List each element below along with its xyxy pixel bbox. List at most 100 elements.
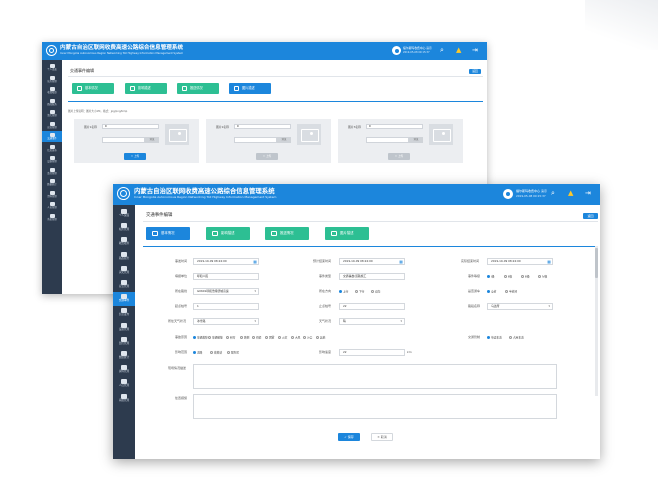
tab-3[interactable]: 推送情况 bbox=[265, 227, 309, 240]
weather-select[interactable]: 晴 ▾ bbox=[339, 318, 405, 325]
release-radio[interactable]: 单边车道 bbox=[487, 336, 502, 339]
lane-status-radio[interactable]: 半封闭 bbox=[505, 290, 517, 293]
cause-radio[interactable]: 其他 bbox=[316, 336, 325, 339]
actual-end-input[interactable]: 2019-10-09 08:24:00 ▦ bbox=[487, 258, 553, 265]
level-radio[interactable]: Ⅲ级 bbox=[521, 275, 530, 278]
cause-radio[interactable]: 团雾 bbox=[265, 336, 274, 339]
tab-4[interactable]: 图片描述 bbox=[229, 83, 271, 94]
sidebar-item[interactable]: 系统管理 bbox=[113, 392, 135, 406]
weather-type-select[interactable]: 冰雪路 ▾ bbox=[193, 318, 259, 325]
scrollbar[interactable] bbox=[595, 246, 598, 396]
level-radio[interactable]: Ⅰ级 bbox=[487, 275, 494, 278]
sidebar-item[interactable]: 信息发布 bbox=[113, 306, 135, 320]
file-input[interactable] bbox=[102, 137, 145, 143]
sidebar-item[interactable]: 监控管理 bbox=[42, 166, 62, 177]
control-radio[interactable]: 收费站 bbox=[210, 351, 222, 354]
tab-2[interactable]: 影响描述 bbox=[125, 83, 167, 94]
tab-3[interactable]: 推送情况 bbox=[177, 83, 219, 94]
direction-radio[interactable]: 下行 bbox=[355, 290, 364, 293]
cause-radio[interactable]: 车辆故障 bbox=[193, 336, 208, 339]
back-button[interactable]: 返回 bbox=[583, 213, 598, 219]
sidebar-item[interactable]: 路政服务 bbox=[113, 250, 135, 264]
direction-radio[interactable]: 上行 bbox=[339, 290, 348, 293]
cause-radio[interactable]: 车辆碰撞 bbox=[208, 336, 223, 339]
sidebar-item[interactable]: 个人桌面 bbox=[42, 62, 62, 73]
sidebar-item[interactable]: 人员管理 bbox=[42, 200, 62, 211]
lane-status-radio[interactable]: 全封 bbox=[487, 290, 496, 293]
start-km-input[interactable]: 1 bbox=[193, 303, 259, 310]
sidebar-item[interactable]: 应急管理 bbox=[113, 278, 135, 292]
cause-radio[interactable]: 积雪 bbox=[226, 336, 235, 339]
sidebar-item[interactable]: 数据统计 bbox=[42, 177, 62, 188]
logout-icon[interactable]: ⇥ bbox=[472, 47, 478, 54]
cause-radio[interactable]: 沙尘 bbox=[303, 336, 312, 339]
detail-textarea[interactable] bbox=[193, 364, 557, 389]
upload-button[interactable]: ⇧ 上传 bbox=[124, 153, 146, 160]
event-type-input[interactable]: 交通事故/道路施工 bbox=[339, 273, 405, 280]
file-input[interactable] bbox=[234, 137, 277, 143]
sidebar-item[interactable]: 信息发布 bbox=[42, 143, 62, 154]
occur-time-input[interactable]: 2019-10-09 08:24:00 ▦ bbox=[193, 258, 259, 265]
tab-1[interactable]: 基本情况 bbox=[146, 227, 190, 240]
cancel-button[interactable]: ✕ 取消 bbox=[371, 433, 393, 441]
end-km-input[interactable]: 22 bbox=[339, 303, 405, 310]
bell-icon[interactable]: ▲ bbox=[568, 190, 573, 197]
speed-input[interactable]: 22 bbox=[339, 349, 405, 356]
cause-radio[interactable]: 路侧 bbox=[240, 336, 249, 339]
direction-radio[interactable]: 双向 bbox=[371, 290, 380, 293]
chevron-down-icon[interactable]: ▾ bbox=[254, 289, 256, 294]
file-input[interactable] bbox=[366, 137, 409, 143]
sidebar-item[interactable]: 路政服务 bbox=[42, 97, 62, 108]
sidebar-item[interactable]: 站务管理 bbox=[42, 74, 62, 85]
calendar-icon[interactable]: ▦ bbox=[547, 259, 551, 264]
chevron-down-icon[interactable]: ▾ bbox=[254, 319, 256, 324]
sidebar-item[interactable]: 系统管理 bbox=[42, 212, 62, 223]
sidebar-item[interactable]: 清欠管理 bbox=[113, 264, 135, 278]
image-name-input[interactable]: 0 bbox=[234, 124, 291, 129]
cause-radio[interactable]: 火灾 bbox=[278, 336, 287, 339]
bell-icon[interactable]: ▲ bbox=[456, 47, 461, 54]
back-button[interactable]: 返回 bbox=[469, 69, 481, 74]
browse-button[interactable]: 浏览 bbox=[409, 137, 423, 143]
tab-2[interactable]: 影响描述 bbox=[206, 227, 250, 240]
sidebar-item[interactable]: 数据统计 bbox=[113, 349, 135, 363]
cause-radio[interactable]: 桥梁 bbox=[252, 336, 261, 339]
level-radio[interactable]: Ⅱ级 bbox=[504, 275, 512, 278]
sidebar-item[interactable]: 个人桌面 bbox=[113, 207, 135, 221]
avatar[interactable] bbox=[392, 46, 401, 55]
sidebar-item[interactable]: 资料管理 bbox=[113, 363, 135, 377]
image-name-input[interactable]: 0 bbox=[366, 124, 423, 129]
road-select[interactable]: G0601呼和浩特绕城高速 ▾ bbox=[193, 288, 259, 295]
sidebar-item[interactable]: 资料管理 bbox=[42, 189, 62, 200]
release-radio[interactable]: 占用车道 bbox=[509, 336, 524, 339]
search-icon[interactable]: ⌕ bbox=[551, 190, 555, 197]
sidebar-item[interactable]: 收费稽查 bbox=[113, 235, 135, 249]
calendar-icon[interactable]: ▦ bbox=[253, 259, 257, 264]
tab-4[interactable]: 图片描述 bbox=[325, 227, 369, 240]
location-select[interactable]: 乌达所 ▾ bbox=[487, 303, 553, 310]
logout-icon[interactable]: ⇥ bbox=[585, 190, 591, 197]
search-icon[interactable]: ⌕ bbox=[440, 47, 444, 54]
image-name-input[interactable]: 0 bbox=[102, 124, 159, 129]
sidebar-item[interactable]: 站务管理 bbox=[113, 221, 135, 235]
upload-button[interactable]: ⇧ 上传 bbox=[256, 153, 278, 160]
browse-button[interactable]: 浏览 bbox=[277, 137, 291, 143]
control-radio[interactable]: 服务区 bbox=[227, 351, 239, 354]
sidebar-item[interactable]: 清欠管理 bbox=[42, 108, 62, 119]
cause-radio[interactable]: 大风 bbox=[291, 336, 300, 339]
sidebar-item[interactable]: 人员管理 bbox=[113, 377, 135, 391]
chevron-down-icon[interactable]: ▾ bbox=[400, 319, 402, 324]
plan-end-input[interactable]: 2019-10-09 08:24:00 ▦ bbox=[339, 258, 405, 265]
chevron-down-icon[interactable]: ▾ bbox=[548, 304, 550, 309]
control-radio[interactable]: 道路 bbox=[193, 351, 202, 354]
sidebar-item[interactable]: 收费稽查 bbox=[42, 85, 62, 96]
tab-1[interactable]: 基本情况 bbox=[72, 83, 114, 94]
sidebar-item[interactable]: 交通事件 bbox=[113, 292, 135, 306]
sidebar-item[interactable]: 交通事件 bbox=[42, 131, 62, 142]
sidebar-item[interactable]: 设备管理 bbox=[42, 154, 62, 165]
reporter-input[interactable]: 呼和人民 bbox=[193, 273, 259, 280]
handle-textarea[interactable] bbox=[193, 394, 557, 419]
upload-button[interactable]: ⇧ 上传 bbox=[388, 153, 410, 160]
level-radio[interactable]: Ⅳ级 bbox=[538, 275, 547, 278]
sidebar-item[interactable]: 监控管理 bbox=[113, 335, 135, 349]
